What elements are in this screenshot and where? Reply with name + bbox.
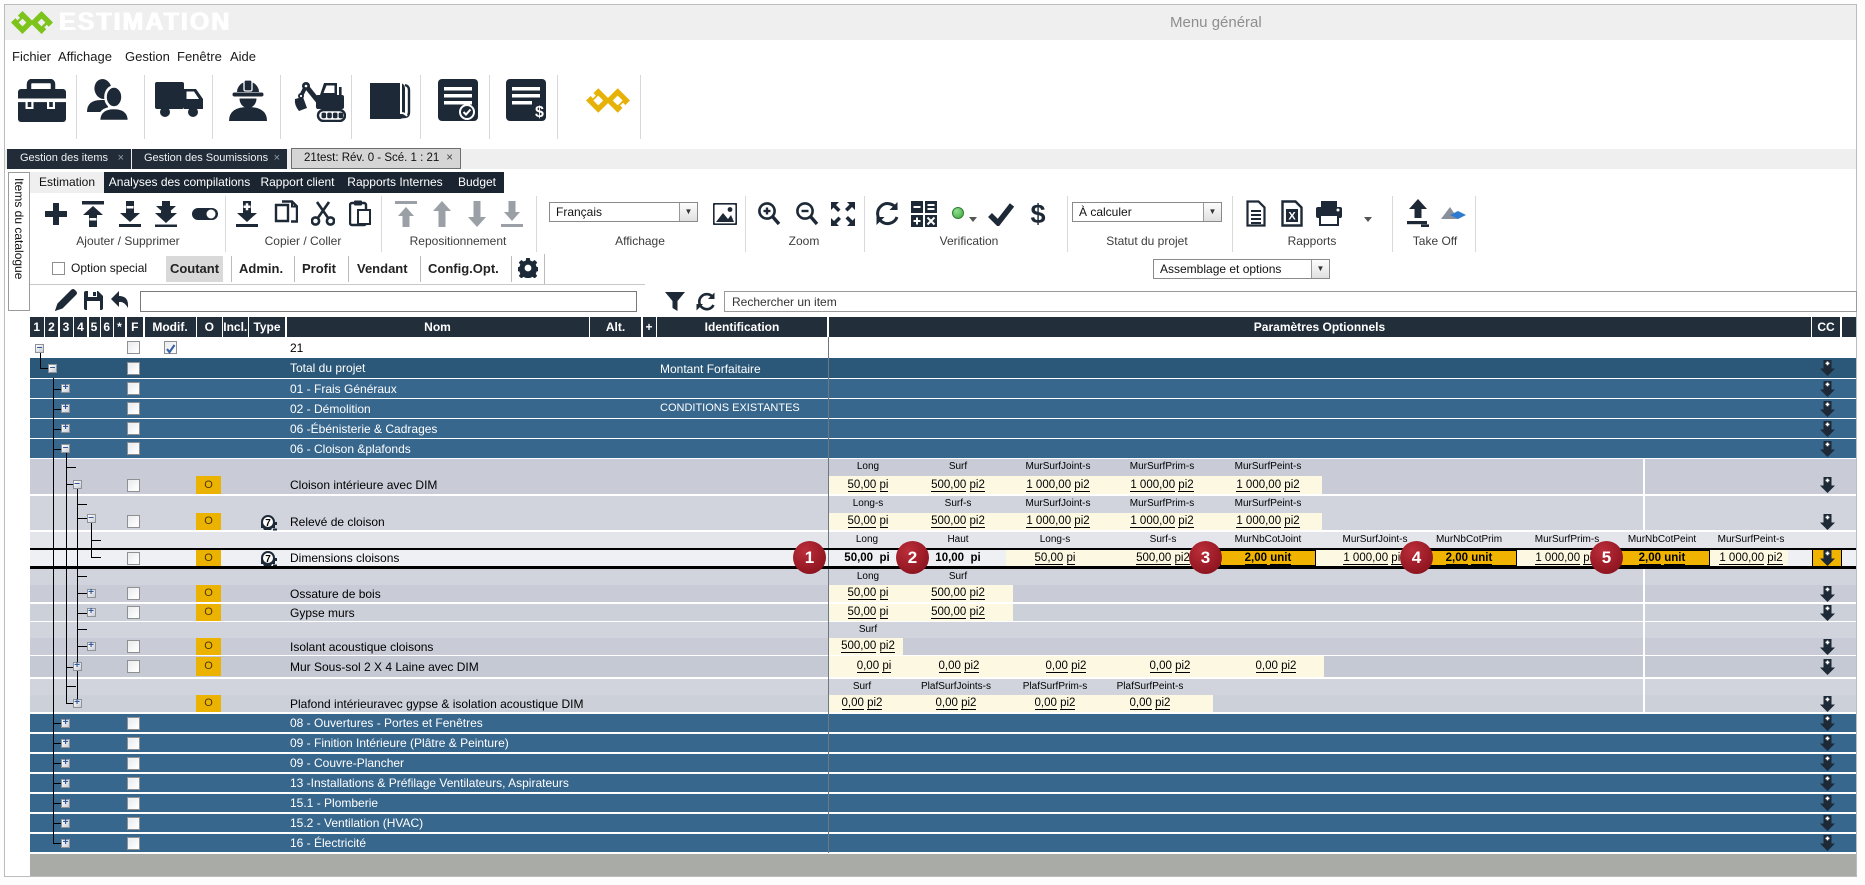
svg-text:×: ×	[678, 303, 683, 313]
svg-text:7: 7	[265, 518, 271, 529]
svg-text:X: X	[1288, 211, 1296, 223]
svg-text:$: $	[1030, 199, 1045, 229]
svg-text:$: $	[535, 104, 544, 121]
svg-text:7: 7	[265, 554, 271, 565]
